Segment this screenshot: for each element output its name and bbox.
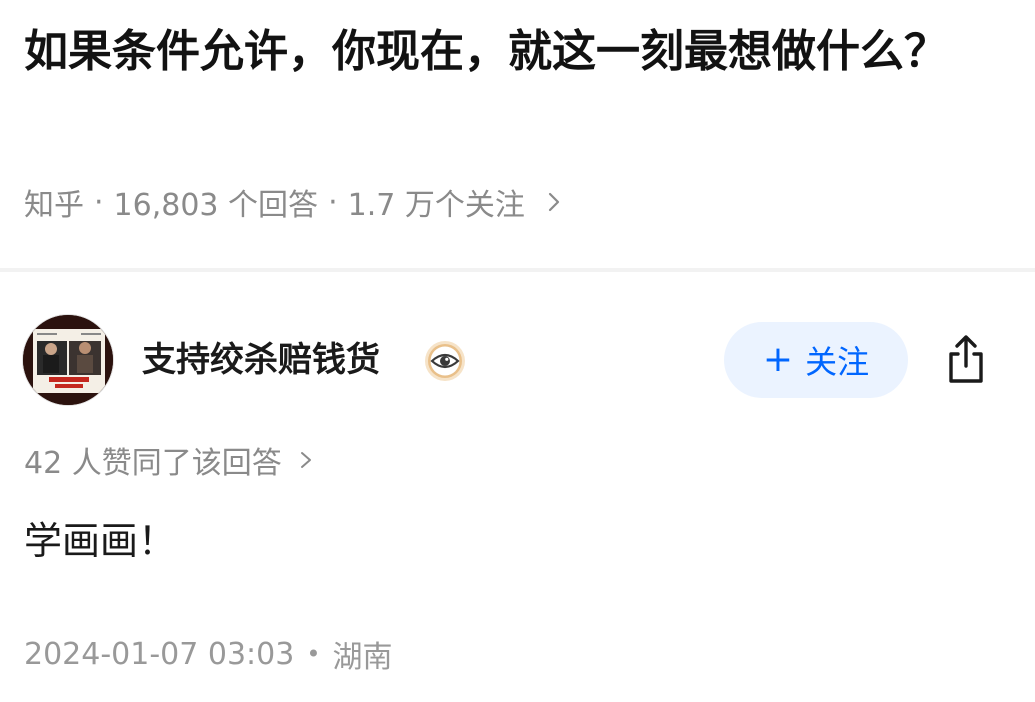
meta-separator: · bbox=[94, 184, 104, 220]
author-name[interactable]: 支持绞杀赔钱货 bbox=[142, 336, 380, 384]
answer-timestamp: 2024-01-07 03:03 bbox=[24, 636, 295, 672]
meta-separator: · bbox=[328, 184, 338, 220]
section-divider bbox=[0, 268, 1035, 272]
answer-footer: 2024-01-07 03:03 • 湖南 bbox=[24, 632, 393, 676]
eye-badge-icon[interactable] bbox=[424, 340, 466, 382]
chevron-right-icon bbox=[300, 452, 311, 468]
meta-source: 知乎 bbox=[24, 188, 84, 223]
follow-label: 关注 bbox=[805, 343, 870, 381]
footer-separator: • bbox=[306, 640, 321, 668]
follow-button[interactable]: + 关注 bbox=[724, 322, 908, 398]
question-meta[interactable]: 知乎 · 16,803 个回答 · 1.7 万个关注 bbox=[24, 182, 565, 223]
avatar[interactable] bbox=[22, 314, 114, 406]
meta-follower-count: 1.7 万个关注 bbox=[347, 188, 525, 223]
chevron-right-icon bbox=[548, 192, 559, 212]
answer-location: 湖南 bbox=[332, 640, 393, 675]
movie-poster-avatar-icon bbox=[23, 315, 113, 405]
answer-content[interactable]: 学画画！ bbox=[24, 515, 176, 567]
meta-answer-count: 16,803 个回答 bbox=[113, 188, 319, 223]
author-row: 支持绞杀赔钱货 + 关注 bbox=[22, 314, 1012, 408]
share-icon[interactable] bbox=[938, 332, 994, 388]
plus-icon: + bbox=[762, 339, 794, 380]
question-title[interactable]: 如果条件允许，你现在，就这一刻最想做什么？ bbox=[24, 20, 984, 84]
upvote-summary[interactable]: 42 人赞同了该回答 bbox=[24, 440, 316, 481]
upvote-count: 42 人赞同了该回答 bbox=[24, 446, 282, 481]
